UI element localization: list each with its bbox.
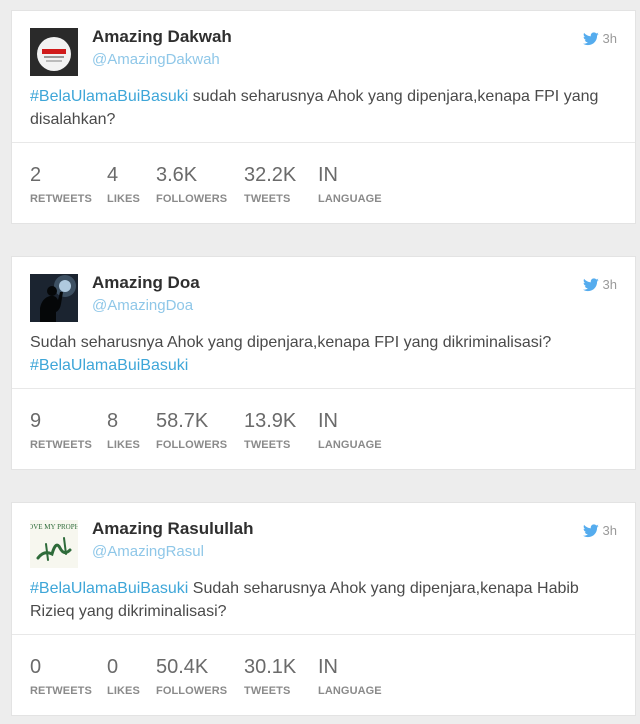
avatar-caption: I LOVE MY PROPHET bbox=[30, 523, 78, 531]
stat-value: 8 bbox=[107, 410, 119, 432]
stat-retweets[interactable]: 9 RETWEETS bbox=[30, 409, 107, 451]
twitter-bird-icon bbox=[582, 523, 599, 537]
avatar[interactable] bbox=[30, 28, 78, 76]
stat-value: 50.4K bbox=[156, 656, 209, 678]
stat-tweets[interactable]: 30.1K TWEETS bbox=[244, 655, 318, 697]
time-label: 3h bbox=[602, 31, 617, 46]
tweet-time[interactable]: 3h bbox=[582, 31, 617, 46]
time-label: 3h bbox=[602, 277, 617, 292]
twitter-bird-icon bbox=[582, 31, 599, 45]
user-handle[interactable]: @AmazingDakwah bbox=[92, 51, 220, 68]
divider bbox=[12, 142, 635, 143]
stat-label: TWEETS bbox=[244, 439, 291, 451]
time-label: 3h bbox=[602, 523, 617, 538]
stat-label: LANGUAGE bbox=[318, 685, 382, 697]
stat-value: 3.6K bbox=[156, 164, 198, 186]
stat-value: IN bbox=[318, 164, 338, 186]
stat-value: 13.9K bbox=[244, 410, 297, 432]
tweet-time[interactable]: 3h bbox=[582, 277, 617, 292]
tweet-text: #BelaUlamaBuiBasuki Sudah seharusnya Aho… bbox=[30, 577, 620, 623]
stat-label: FOLLOWERS bbox=[156, 193, 228, 205]
stat-likes[interactable]: 8 LIKES bbox=[107, 409, 156, 451]
stat-value: 9 bbox=[30, 410, 42, 432]
twitter-bird-icon bbox=[582, 277, 599, 291]
dakwah-logo-avatar bbox=[30, 28, 78, 76]
stat-followers[interactable]: 50.4K FOLLOWERS bbox=[156, 655, 244, 697]
stat-language[interactable]: IN LANGUAGE bbox=[318, 409, 398, 451]
stat-value: 32.2K bbox=[244, 164, 297, 186]
stat-label: FOLLOWERS bbox=[156, 685, 228, 697]
hashtag-link[interactable]: #BelaUlamaBuiBasuki bbox=[30, 88, 188, 105]
tweet-text: Sudah seharusnya Ahok yang dipenjara,ken… bbox=[30, 331, 620, 377]
stat-label: TWEETS bbox=[244, 685, 291, 697]
stat-retweets[interactable]: 0 RETWEETS bbox=[30, 655, 107, 697]
stat-value: IN bbox=[318, 410, 338, 432]
stat-label: RETWEETS bbox=[30, 685, 92, 697]
stat-followers[interactable]: 58.7K FOLLOWERS bbox=[156, 409, 244, 451]
tweet-card[interactable]: I LOVE MY PROPHET Amazing Rasulullah @Am… bbox=[11, 502, 636, 716]
divider bbox=[12, 634, 635, 635]
tweet-body: Sudah seharusnya Ahok yang dipenjara,ken… bbox=[30, 334, 552, 351]
stat-retweets[interactable]: 2 RETWEETS bbox=[30, 163, 107, 205]
user-name[interactable]: Amazing Rasulullah bbox=[92, 519, 254, 539]
stat-value: IN bbox=[318, 656, 338, 678]
tweet-text: #BelaUlamaBuiBasuki sudah seharusnya Aho… bbox=[30, 85, 620, 131]
i-love-my-prophet-avatar: I LOVE MY PROPHET bbox=[30, 520, 78, 568]
stat-language[interactable]: IN LANGUAGE bbox=[318, 655, 398, 697]
stat-label: LIKES bbox=[107, 193, 140, 205]
stat-label: RETWEETS bbox=[30, 193, 92, 205]
user-handle[interactable]: @AmazingRasul bbox=[92, 543, 204, 560]
stat-tweets[interactable]: 32.2K TWEETS bbox=[244, 163, 318, 205]
praying-silhouette-avatar bbox=[30, 274, 78, 322]
stat-language[interactable]: IN LANGUAGE bbox=[318, 163, 398, 205]
stat-label: RETWEETS bbox=[30, 439, 92, 451]
avatar[interactable]: I LOVE MY PROPHET bbox=[30, 520, 78, 568]
tweet-card[interactable]: Amazing Dakwah @AmazingDakwah 3h #BelaUl… bbox=[11, 10, 636, 224]
tweet-card[interactable]: Amazing Doa @AmazingDoa 3h Sudah seharus… bbox=[11, 256, 636, 470]
stat-value: 0 bbox=[107, 656, 119, 678]
tweet-stats: 0 RETWEETS 0 LIKES 50.4K FOLLOWERS 30.1K… bbox=[30, 655, 398, 697]
stat-label: FOLLOWERS bbox=[156, 439, 228, 451]
user-name[interactable]: Amazing Dakwah bbox=[92, 27, 232, 47]
divider bbox=[12, 388, 635, 389]
tweet-stats: 2 RETWEETS 4 LIKES 3.6K FOLLOWERS 32.2K … bbox=[30, 163, 398, 205]
tweet-time[interactable]: 3h bbox=[582, 523, 617, 538]
stat-value: 58.7K bbox=[156, 410, 209, 432]
avatar[interactable] bbox=[30, 274, 78, 322]
stat-value: 30.1K bbox=[244, 656, 297, 678]
stat-followers[interactable]: 3.6K FOLLOWERS bbox=[156, 163, 244, 205]
stat-label: TWEETS bbox=[244, 193, 291, 205]
stat-value: 4 bbox=[107, 164, 119, 186]
stat-label: LANGUAGE bbox=[318, 193, 382, 205]
user-handle[interactable]: @AmazingDoa bbox=[92, 297, 193, 314]
stat-tweets[interactable]: 13.9K TWEETS bbox=[244, 409, 318, 451]
stat-likes[interactable]: 4 LIKES bbox=[107, 163, 156, 205]
tweet-stats: 9 RETWEETS 8 LIKES 58.7K FOLLOWERS 13.9K… bbox=[30, 409, 398, 451]
user-name[interactable]: Amazing Doa bbox=[92, 273, 200, 293]
stat-label: LANGUAGE bbox=[318, 439, 382, 451]
hashtag-link[interactable]: #BelaUlamaBuiBasuki bbox=[30, 580, 188, 597]
stat-likes[interactable]: 0 LIKES bbox=[107, 655, 156, 697]
hashtag-link[interactable]: #BelaUlamaBuiBasuki bbox=[30, 357, 188, 374]
stat-label: LIKES bbox=[107, 685, 140, 697]
stat-value: 0 bbox=[30, 656, 42, 678]
stat-label: LIKES bbox=[107, 439, 140, 451]
stat-value: 2 bbox=[30, 164, 42, 186]
